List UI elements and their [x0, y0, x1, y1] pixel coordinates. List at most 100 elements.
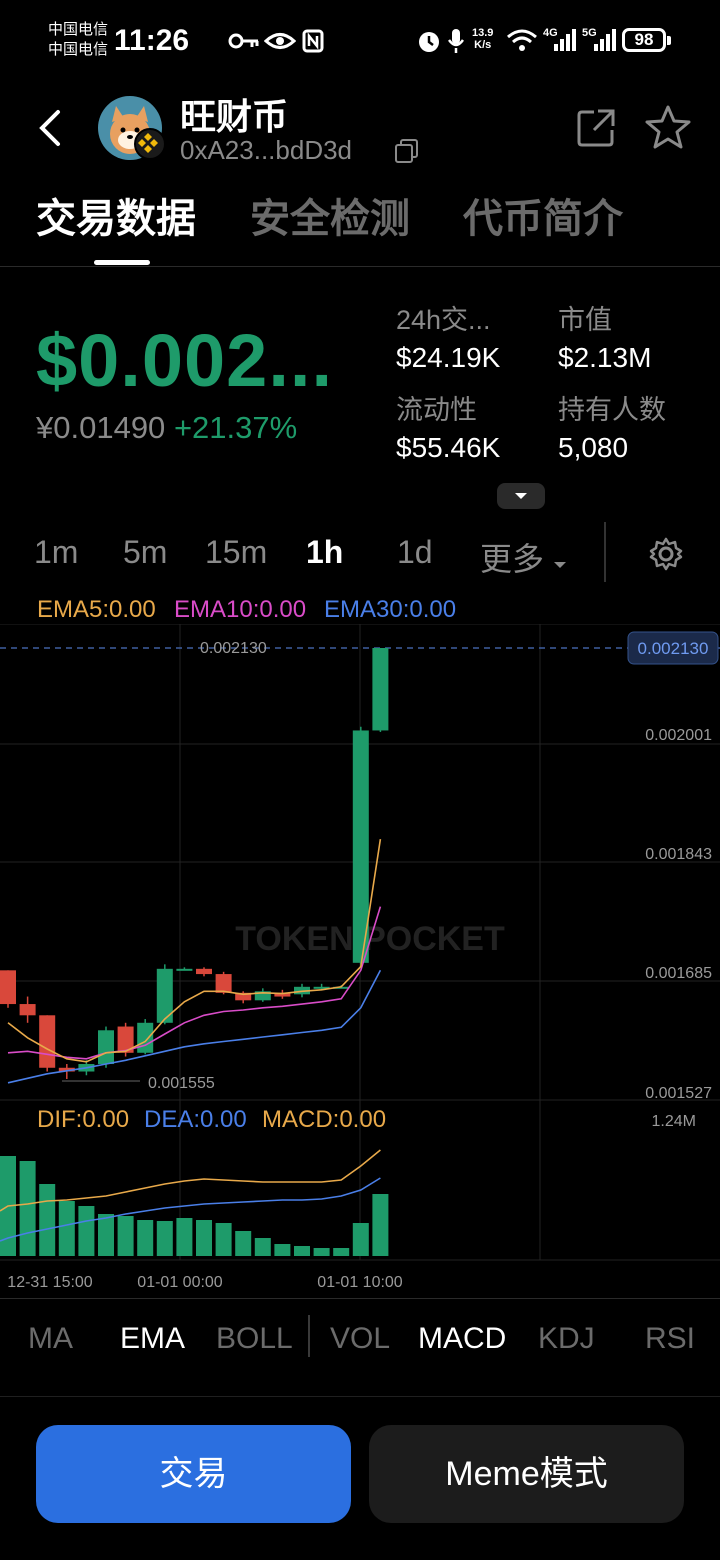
- macd-bar: [117, 1216, 134, 1256]
- macd-bar: [274, 1244, 291, 1256]
- macd-bar: [196, 1220, 212, 1256]
- macd-bar: [137, 1220, 154, 1256]
- macd-bar: [352, 1223, 369, 1256]
- volume-max-label: 1.24M: [652, 1113, 696, 1130]
- favorite-star-icon[interactable]: [644, 104, 692, 150]
- tab-active-indicator: [94, 260, 150, 265]
- indicator-ema[interactable]: EMA: [120, 1322, 185, 1356]
- battery-indicator: 98: [622, 28, 671, 52]
- key-icon: [228, 33, 259, 49]
- candle-body: [98, 1030, 114, 1065]
- trade-button[interactable]: 交易: [36, 1425, 351, 1523]
- volume-value: $24.19K: [396, 342, 501, 373]
- candle-body: [0, 970, 16, 1005]
- macd-bar: [78, 1206, 95, 1256]
- tab-security-check[interactable]: 安全检测: [250, 186, 410, 244]
- macd-bar: [19, 1161, 36, 1256]
- indicator-boll[interactable]: BOLL: [216, 1322, 293, 1356]
- price-axis-labels: 0.002001 0.001843 0.001685 0.001527 0.002130…: [62, 631, 719, 1130]
- candle-body: [19, 1004, 36, 1016]
- eye-icon: [264, 33, 296, 49]
- chain-badge: [134, 128, 166, 160]
- interval-1d[interactable]: 1d: [397, 534, 433, 571]
- indicator-kdj[interactable]: KDJ: [538, 1322, 595, 1356]
- price-axis-label: 0.002001: [645, 727, 712, 744]
- dif-legend: DIF:0.00: [37, 1106, 130, 1133]
- mic-icon: [448, 29, 464, 53]
- macd-bar: [372, 1194, 389, 1256]
- signal-icon-2: [594, 29, 616, 51]
- macd-bar: [176, 1218, 193, 1256]
- expand-stats-button[interactable]: [497, 483, 545, 509]
- liquidity-label: 流动性: [396, 395, 477, 425]
- net-speed: 13.9 K/s: [472, 27, 494, 51]
- time-axis-label: 01-01 00:00: [137, 1274, 223, 1291]
- macd-bar: [58, 1201, 75, 1256]
- back-icon[interactable]: [36, 108, 64, 148]
- time-axis-labels: 12-31 15:00 01-01 00:00 01-01 10:00: [7, 1274, 403, 1291]
- macd-bar: [156, 1221, 173, 1256]
- holders-label: 持有人数: [558, 395, 666, 425]
- indicator-ma[interactable]: MA: [28, 1322, 73, 1356]
- price-axis-label: 0.001685: [645, 965, 712, 982]
- candle-body: [372, 648, 389, 731]
- high-price-label: 0.002130: [200, 640, 267, 657]
- indicator-rsi[interactable]: RSI: [645, 1322, 695, 1356]
- interval-5m[interactable]: 5m: [123, 534, 167, 571]
- macd-bar: [215, 1223, 232, 1256]
- copy-icon[interactable]: [394, 138, 420, 164]
- dif-line: [0, 1149, 381, 1212]
- bottom-divider: [0, 1396, 720, 1397]
- interval-15m[interactable]: 15m: [205, 534, 267, 571]
- price-usd: $0.002...: [36, 319, 334, 402]
- alarm-icon: [419, 32, 439, 52]
- mcap-value: $2.13M: [558, 342, 652, 373]
- low-price-label: 0.001555: [148, 1075, 215, 1092]
- kline-chart[interactable]: TOKEN POCKET 0.0020010.0018430.0016850.0…: [0, 624, 720, 1304]
- macd-legend: MACD:0.00: [262, 1106, 387, 1133]
- candles-group: [0, 648, 389, 1080]
- indicator-top-divider: [0, 1298, 720, 1299]
- meme-mode-button[interactable]: Meme模式: [369, 1425, 684, 1523]
- share-icon[interactable]: [576, 108, 616, 148]
- candle-body: [215, 974, 232, 993]
- ema5-legend: EMA5:0.00: [37, 596, 156, 623]
- nfc-icon: [302, 29, 324, 53]
- price-cny-row: ¥0.01490 +21.37%: [36, 410, 297, 446]
- interval-more[interactable]: 更多: [480, 534, 567, 580]
- macd-bar: [235, 1231, 252, 1256]
- macd-group: [0, 1149, 389, 1256]
- liquidity-value: $55.46K: [396, 432, 501, 463]
- indicator-macd[interactable]: MACD: [418, 1322, 506, 1356]
- clock: 11:26: [114, 24, 190, 57]
- ema30-legend: EMA30:0.00: [324, 596, 457, 623]
- macd-bar: [254, 1238, 271, 1256]
- candle-body: [176, 968, 193, 971]
- macd-bar: [333, 1248, 350, 1256]
- indicator-vol[interactable]: VOL: [330, 1322, 390, 1356]
- time-axis-label: 01-01 10:00: [317, 1274, 403, 1291]
- macd-bar: [98, 1214, 114, 1256]
- wifi-icon: [507, 29, 537, 51]
- ema-lines-group: [7, 838, 382, 1084]
- interval-1h[interactable]: 1h: [306, 534, 343, 571]
- caret-down-icon: [553, 562, 566, 568]
- dea-legend: DEA:0.00: [144, 1106, 247, 1133]
- holders-value: 5,080: [558, 432, 629, 463]
- current-price-value: 0.002130: [638, 639, 709, 658]
- section-tabs: 交易数据 安全检测 代币简介: [0, 180, 720, 267]
- interval-1m[interactable]: 1m: [34, 534, 78, 571]
- settings-gear-icon[interactable]: [648, 536, 684, 572]
- time-axis-label: 12-31 15:00: [7, 1274, 93, 1291]
- ema10-legend: EMA10:0.00: [174, 596, 307, 623]
- indicator-separator: [308, 1315, 310, 1357]
- chevron-down-icon: [515, 493, 527, 499]
- price-axis-label: 0.001843: [645, 846, 712, 863]
- candle-body: [137, 1022, 154, 1053]
- price-axis-label: 0.001527: [645, 1085, 712, 1102]
- token-address: 0xA23...bdD3d: [180, 135, 353, 165]
- macd-bar: [39, 1184, 56, 1256]
- tab-trade-data[interactable]: 交易数据: [36, 186, 196, 244]
- tab-token-intro[interactable]: 代币简介: [463, 186, 623, 244]
- macd-bar: [294, 1246, 310, 1256]
